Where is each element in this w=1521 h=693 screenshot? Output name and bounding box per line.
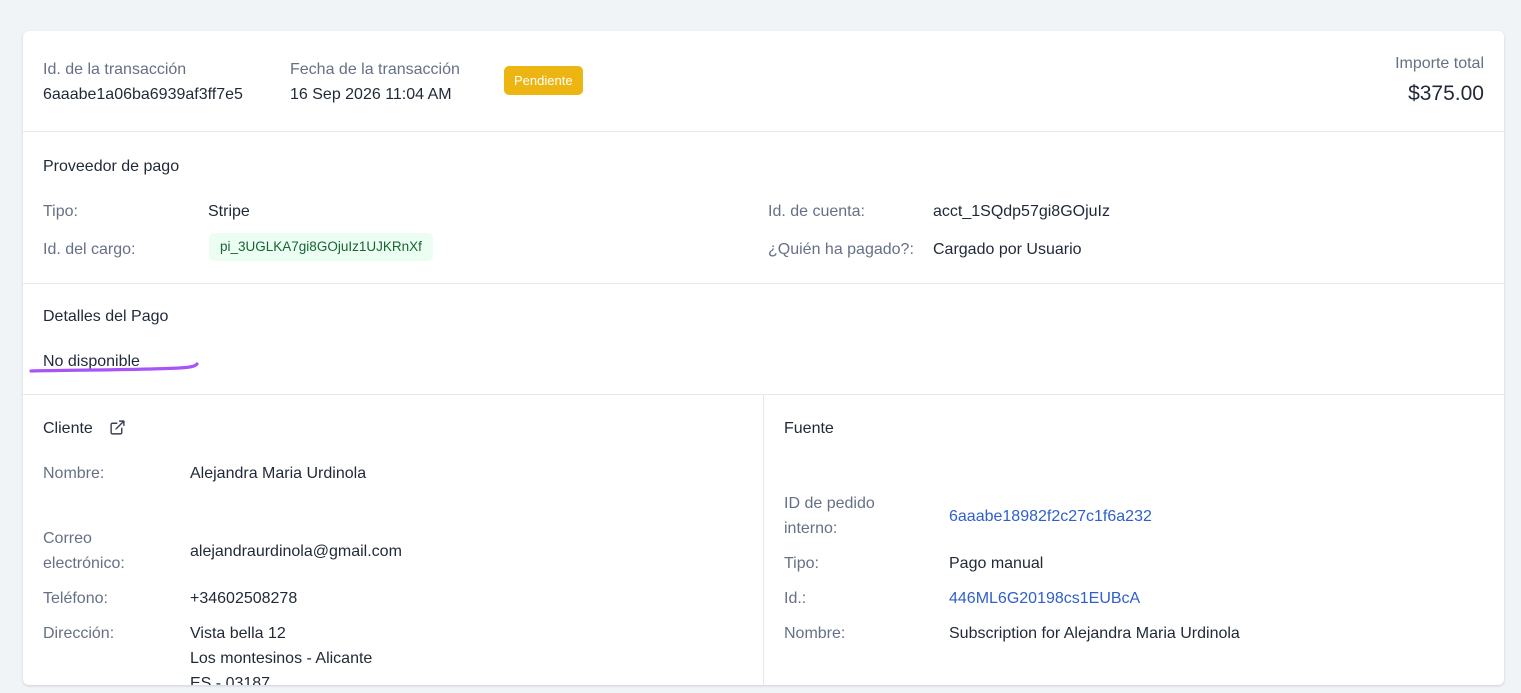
client-email-label-2: electrónico: [43,555,125,572]
payer-label: ¿Quién ha pagado?: [768,241,914,258]
payment-details-title: Detalles del Pago [43,308,169,325]
client-name-label: Nombre: [43,465,105,482]
source-id-link[interactable]: 446ML6G20198cs1EUBcA [949,590,1140,608]
transaction-header: Id. de la transacción 6aaabe1a06ba6939af… [23,31,1504,132]
client-source-section: Cliente Nombre: Alejandra Maria Urdinola… [23,395,1504,685]
payer-value: Cargado por Usuario [933,241,1082,258]
client-phone-value: +34602508278 [190,590,298,607]
source-name-label: Nombre: [784,625,846,642]
source-type-label: Tipo: [784,555,819,572]
column-divider [763,395,764,685]
client-address-line3: ES - 03187 [190,675,271,685]
txn-date-label: Fecha de la transacción [290,61,460,78]
txn-date-value: 16 Sep 2026 11:04 AM [290,86,452,103]
source-type-value: Pago manual [949,555,1044,572]
client-email-value: alejandraurdinola@gmail.com [190,543,402,560]
client-email-label-1: Correo [43,530,92,547]
client-phone-label: Teléfono: [43,590,108,607]
source-name-value: Subscription for Alejandra Maria Urdinol… [949,625,1240,642]
total-label: Importe total [1395,55,1484,72]
payment-details-section: Detalles del Pago No disponible [23,284,1504,395]
provider-title: Proveedor de pago [43,158,180,175]
client-title: Cliente [43,420,93,437]
external-link-icon[interactable] [109,419,126,436]
order-id-label-2: interno: [784,520,838,537]
total-value: $375.00 [1408,82,1484,105]
txn-id-label: Id. de la transacción [43,61,187,78]
account-id-value: acct_1SQdp57gi8GOjuIz [933,203,1110,220]
payment-provider-section: Proveedor de pago Tipo: Stripe Id. del c… [23,132,1504,284]
client-address-label: Dirección: [43,625,115,642]
txn-id-value: 6aaabe1a06ba6939af3ff7e5 [43,86,243,103]
client-address-line1: Vista bella 12 [190,625,286,642]
client-address-line2: Los montesinos - Alicante [190,650,373,667]
highlight-underline [29,362,199,373]
order-id-label-1: ID de pedido [784,495,875,512]
provider-type-value: Stripe [208,203,250,220]
source-title: Fuente [784,420,834,437]
charge-id-pill[interactable]: pi_3UGLKA7gi8GOjuIz1UJKRnXf [209,233,433,261]
client-name-value: Alejandra Maria Urdinola [190,465,367,482]
provider-type-label: Tipo: [43,203,78,220]
transaction-card: Id. de la transacción 6aaabe1a06ba6939af… [23,31,1504,685]
order-id-link[interactable]: 6aaabe18982f2c27c1f6a232 [949,508,1152,526]
status-badge: Pendiente [504,66,583,95]
account-id-label: Id. de cuenta: [768,203,865,220]
source-id-label: Id.: [784,590,807,607]
charge-id-label: Id. del cargo: [43,241,136,258]
